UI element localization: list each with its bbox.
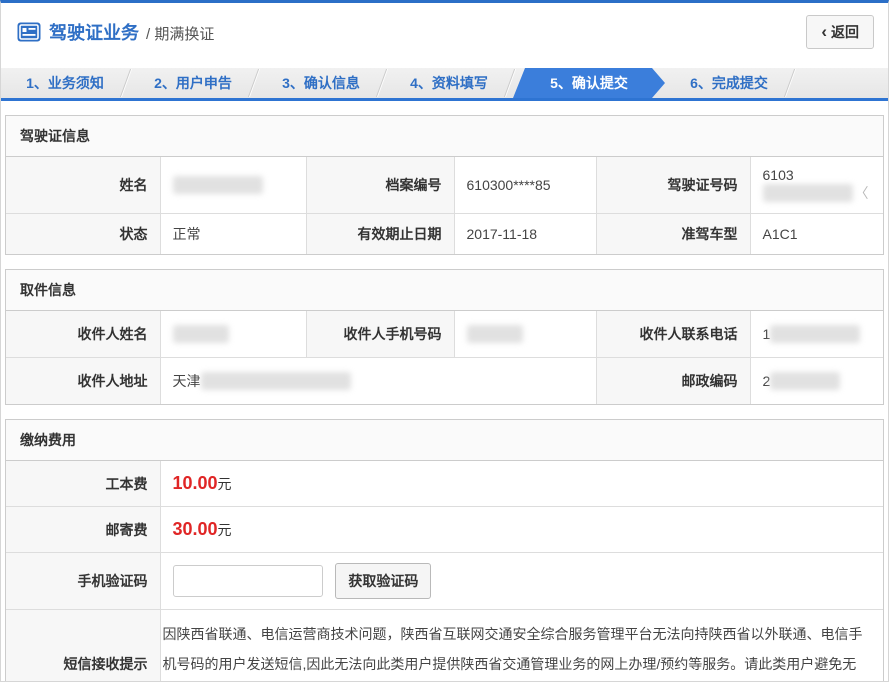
redacted-value — [201, 372, 351, 390]
table-row: 短信接收提示 因陕西省联通、电信运营商技术问题，陕西省互联网交通安全综合服务管理… — [6, 610, 883, 682]
redacted-value — [173, 325, 229, 343]
step-tab-6[interactable]: 6、完成提交 — [665, 68, 793, 98]
redacted-value — [770, 372, 840, 390]
value-postage-fee: 30.00元 — [160, 507, 883, 553]
value-production-fee: 10.00元 — [160, 461, 883, 507]
table-row: 收件人姓名 收件人手机号码 收件人联系电话 1 — [6, 311, 883, 358]
step-tab-2[interactable]: 2、用户申告 — [129, 68, 257, 98]
section-pickup-title: 取件信息 — [6, 270, 883, 311]
label-name: 姓名 — [6, 157, 160, 214]
back-button-label: 返回 — [831, 22, 859, 42]
value-status: 正常 — [160, 214, 306, 255]
section-license-title: 驾驶证信息 — [6, 116, 883, 157]
section-payment-title: 缴纳费用 — [6, 420, 883, 461]
page: 驾驶证业务 / 期满换证 ‹ 返回 1、业务须知 2、用户申告 3、确认信息 4… — [0, 0, 889, 682]
value-postal-code: 2 — [750, 358, 883, 405]
step-bar-filler — [793, 68, 888, 98]
label-vehicle-class: 准驾车型 — [596, 214, 750, 255]
label-license-number: 驾驶证号码 — [596, 157, 750, 214]
value-file-number: 610300****85 — [454, 157, 596, 214]
label-postal-code: 邮政编码 — [596, 358, 750, 405]
step-bar: 1、业务须知 2、用户申告 3、确认信息 4、资料填写 5、确认提交 6、完成提… — [1, 68, 888, 101]
step-tab-5-active[interactable]: 5、确认提交 — [513, 68, 665, 98]
postage-fee-unit: 元 — [218, 522, 232, 538]
value-license-number-prefix: 6103 — [763, 167, 794, 183]
value-vehicle-class: A1C1 — [750, 214, 883, 255]
redacted-value — [770, 325, 860, 343]
value-expiry-date: 2017-11-18 — [454, 214, 596, 255]
back-button[interactable]: ‹ 返回 — [806, 15, 874, 49]
value-recipient-mobile — [454, 311, 596, 358]
label-status: 状态 — [6, 214, 160, 255]
label-file-number: 档案编号 — [306, 157, 454, 214]
label-recipient-name: 收件人姓名 — [6, 311, 160, 358]
step-tab-3[interactable]: 3、确认信息 — [257, 68, 385, 98]
value-recipient-phone-prefix: 1 — [763, 326, 771, 342]
breadcrumb-current: / 期满换证 — [146, 23, 214, 44]
license-table: 姓名 档案编号 610300****85 驾驶证号码 6103 〈 状态 正常 有… — [6, 157, 883, 254]
step-tab-4[interactable]: 4、资料填写 — [385, 68, 513, 98]
section-pickup-info: 取件信息 收件人姓名 收件人手机号码 收件人联系电话 1 收件人地址 天津 邮政… — [5, 269, 884, 405]
value-recipient-name — [160, 311, 306, 358]
header-bar: 驾驶证业务 / 期满换证 ‹ 返回 — [1, 3, 888, 60]
label-sms-code: 手机验证码 — [6, 553, 160, 610]
label-recipient-address: 收件人地址 — [6, 358, 160, 405]
label-recipient-phone: 收件人联系电话 — [596, 311, 750, 358]
section-license-info: 驾驶证信息 姓名 档案编号 610300****85 驾驶证号码 6103 〈 状… — [5, 115, 884, 255]
value-recipient-phone: 1 — [750, 311, 883, 358]
table-row: 手机验证码 获取验证码 — [6, 553, 883, 610]
redacted-value — [467, 325, 523, 343]
table-row: 状态 正常 有效期止日期 2017-11-18 准驾车型 A1C1 — [6, 214, 883, 255]
label-production-fee: 工本费 — [6, 461, 160, 507]
value-recipient-address-prefix: 天津 — [173, 373, 201, 389]
table-row: 收件人地址 天津 邮政编码 2 — [6, 358, 883, 405]
sms-notice-text: 因陕西省联通、电信运营商技术问题，陕西省互联网交通安全综合服务管理平台无法向持陕… — [160, 610, 883, 682]
postage-fee-amount: 30.00 — [173, 519, 218, 539]
label-recipient-mobile: 收件人手机号码 — [306, 311, 454, 358]
label-sms-notice: 短信接收提示 — [6, 610, 160, 682]
page-title: 驾驶证业务 — [49, 19, 139, 45]
value-postal-code-prefix: 2 — [763, 373, 771, 389]
label-postage-fee: 邮寄费 — [6, 507, 160, 553]
label-expiry-date: 有效期止日期 — [306, 214, 454, 255]
production-fee-unit: 元 — [218, 476, 232, 492]
value-recipient-address: 天津 — [160, 358, 596, 405]
payment-table: 工本费 10.00元 邮寄费 30.00元 手机验证码 获取验证码 短信接收提示… — [6, 461, 883, 682]
get-sms-code-button[interactable]: 获取验证码 — [335, 563, 431, 599]
table-row: 工本费 10.00元 — [6, 461, 883, 507]
redacted-value — [173, 176, 263, 194]
redacted-value — [763, 184, 853, 202]
production-fee-amount: 10.00 — [173, 473, 218, 493]
sms-code-cell: 获取验证码 — [160, 553, 883, 610]
value-license-number-suffix: 〈 — [855, 185, 869, 201]
value-license-number: 6103 〈 — [750, 157, 883, 214]
value-name — [160, 157, 306, 214]
license-list-icon — [17, 22, 41, 42]
step-tab-1[interactable]: 1、业务须知 — [1, 68, 129, 98]
table-row: 姓名 档案编号 610300****85 驾驶证号码 6103 〈 — [6, 157, 883, 214]
back-chevron-icon: ‹ — [821, 26, 827, 38]
section-payment: 缴纳费用 工本费 10.00元 邮寄费 30.00元 手机验证码 获取验证码 短… — [5, 419, 884, 682]
pickup-table: 收件人姓名 收件人手机号码 收件人联系电话 1 收件人地址 天津 邮政编码 2 — [6, 311, 883, 404]
sms-code-input[interactable] — [173, 565, 323, 597]
table-row: 邮寄费 30.00元 — [6, 507, 883, 553]
